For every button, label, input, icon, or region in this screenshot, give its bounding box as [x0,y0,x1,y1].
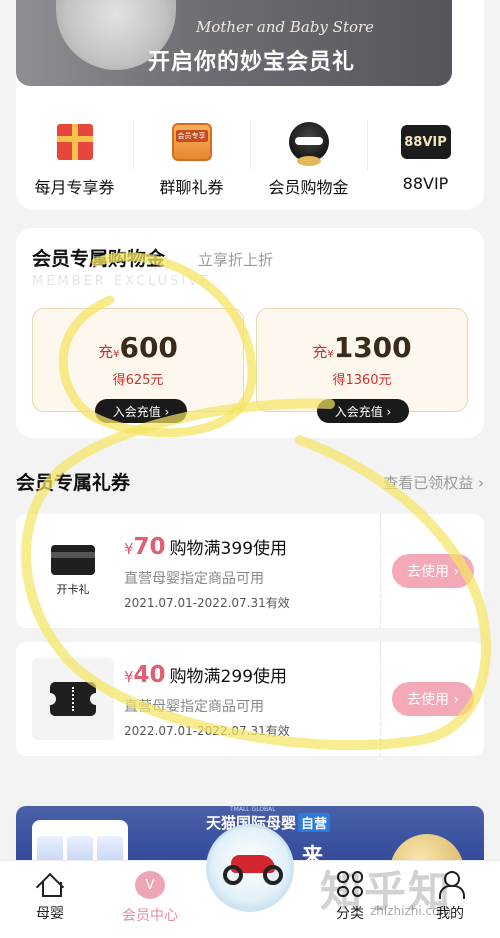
perk-label: 每月专享券 [34,178,115,197]
perks-row: 每月专享券 会员专享 群聊礼券 会员购物金 88VIP 88VIP [16,112,484,202]
gift-box-icon [49,116,101,168]
recharge-option[interactable]: 充¥1300 得1360元 入会充值 › [256,308,468,423]
tmall-cat-icon [283,116,335,168]
shopping-gold-card: 会员专属购物金 立享折上折 MEMBER EXCLUSIVE 充¥600 得62… [16,228,484,438]
perk-shopping-gold[interactable]: 会员购物金 [250,112,367,202]
coupon-thumb [32,658,114,740]
nav-item-home[interactable]: 母婴 [10,871,90,923]
section-english: MEMBER EXCLUSIVE [32,274,212,289]
perk-group-coupon[interactable]: 会员专享 群聊礼券 [133,112,250,202]
recharge-bonus: 得625元 [112,373,164,388]
member-banner[interactable]: Mother and Baby Store 开启你的妙宝会员礼 [16,0,452,86]
watermark-url: zhizhizhi.com [370,904,452,918]
perk-label: 88VIP [402,174,449,193]
ticket-icon [44,682,102,716]
use-coupon-button[interactable]: 去使用 › [392,554,474,588]
nav-label: 母婴 [36,906,64,922]
coupon-thumb: 开卡礼 [32,530,114,612]
coupon-amount: ¥70 购物满399使用 [124,534,288,560]
thumb-label: 开卡礼 [56,583,90,596]
recharge-amount: 充¥600 [98,331,178,364]
recharge-option[interactable]: 充¥600 得625元 入会充值 › [32,308,244,423]
coupon-date: 2022.07.01-2022.07.31有效 [124,724,290,738]
coupon-card: ¥40 购物满299使用 直营母婴指定商品可用 2022.07.01-2022.0… [16,642,484,756]
promo-tag: 自营 [298,813,331,832]
perk-label: 群聊礼券 [159,178,224,197]
member-bag-icon: 会员专享 [166,116,218,168]
coupon-desc: 直营母婴指定商品可用 [124,699,264,715]
view-claimed-link[interactable]: 查看已领权益 › [383,472,484,493]
use-coupon-button[interactable]: 去使用 › [392,682,474,716]
perk-88vip[interactable]: 88VIP 88VIP [367,112,484,202]
perk-monthly-coupon[interactable]: 每月专享券 [16,112,133,202]
join-recharge-button[interactable]: 入会充值 › [95,399,187,423]
coupon-card: 开卡礼 ¥70 购物满399使用 直营母婴指定商品可用 2021.07.01-20… [16,514,484,628]
bank-card-icon [51,545,95,575]
banner-title: 开启你的妙宝会员礼 [148,50,356,75]
perk-label: 会员购物金 [268,178,349,197]
nav-item-member-center[interactable]: V 会员中心 [110,871,190,925]
section-title: 会员专属购物金 [32,248,166,270]
coupon-divider [380,642,381,756]
coupon-desc: 直营母婴指定商品可用 [124,571,264,587]
vip-badge-icon: 88VIP [400,116,452,168]
section-subtitle: 立享折上折 [198,251,274,269]
recharge-bonus: 得1360元 [332,373,392,388]
motorcycle-toy-image [223,851,283,887]
nav-label: 会员中心 [122,908,178,924]
banner-store-text: Mother and Baby Store [196,18,375,36]
coupon-amount: ¥40 购物满299使用 [124,662,288,688]
coupon-date: 2021.07.01-2022.07.31有效 [124,596,290,610]
floating-product-button[interactable] [206,824,294,912]
home-icon [37,871,63,897]
coupon-divider [380,514,381,628]
coupons-title: 会员专属礼券 [16,472,131,494]
recharge-amount: 充¥1300 [312,331,412,364]
vip-heart-icon: V [135,871,165,899]
join-recharge-button[interactable]: 入会充值 › [317,399,409,423]
